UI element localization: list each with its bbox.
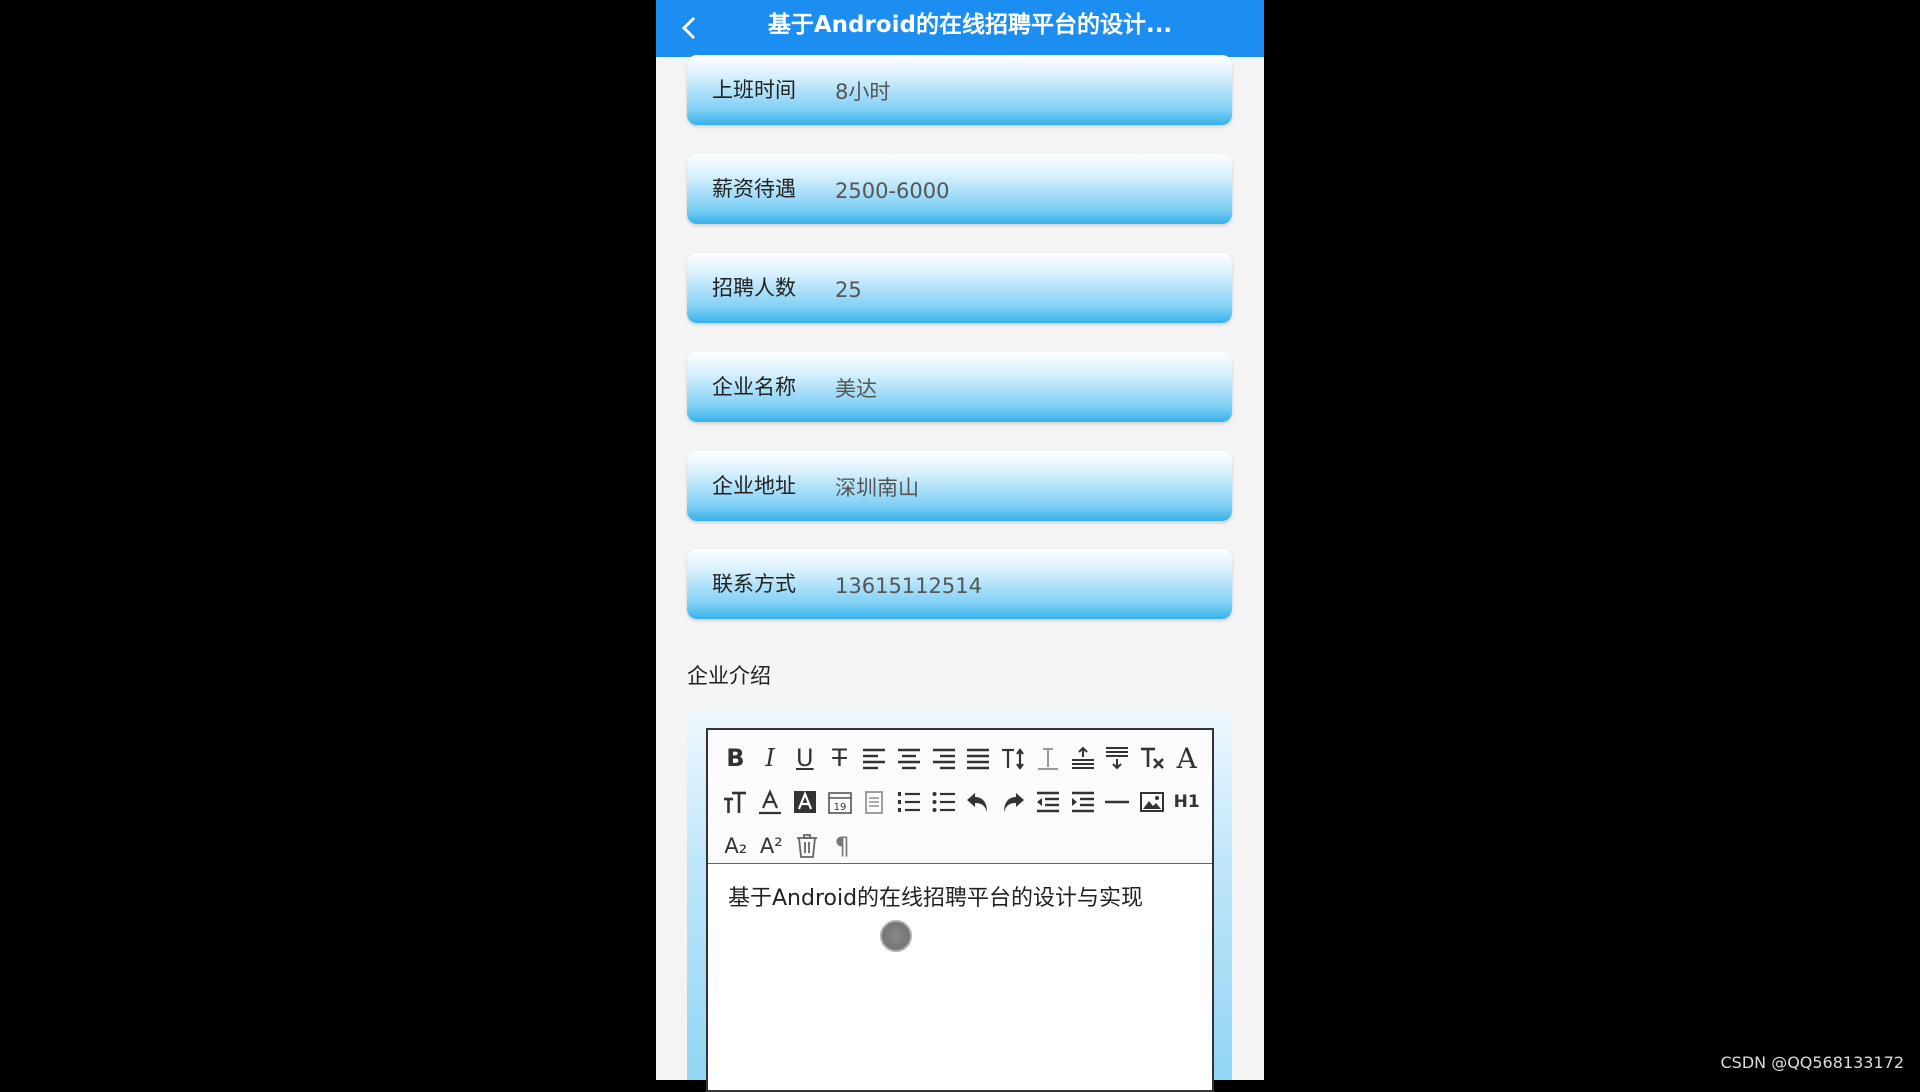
field-label: 联系方式 (712, 549, 796, 619)
chevron-left-icon (679, 15, 701, 41)
ordered-list-button[interactable] (892, 784, 927, 820)
field-value: 深圳南山 (835, 453, 919, 523)
outdent-button[interactable] (1030, 784, 1065, 820)
svg-text:19: 19 (833, 802, 846, 813)
rich-text-editor[interactable]: B I U T (706, 728, 1214, 1092)
align-justify-button[interactable] (961, 740, 996, 776)
touch-indicator (880, 920, 912, 952)
field-label: 企业地址 (712, 451, 796, 521)
background-color-button[interactable] (787, 784, 822, 820)
paragraph-spacing-top-button[interactable] (1065, 740, 1100, 776)
subscript-icon: A₂ (724, 834, 747, 858)
strikethrough-icon: T (832, 744, 847, 772)
align-justify-icon (965, 745, 991, 771)
letter-spacing-icon (1035, 745, 1061, 771)
field-contact[interactable]: 联系方式 13615112514 (687, 549, 1232, 619)
field-value: 25 (835, 255, 862, 325)
insert-image-button[interactable] (1135, 784, 1170, 820)
insert-date-button[interactable]: 19 (822, 784, 857, 820)
unordered-list-button[interactable] (926, 784, 961, 820)
clipboard-icon (861, 789, 887, 815)
field-headcount[interactable]: 招聘人数 25 (687, 253, 1232, 323)
intro-label: 企业介绍 (687, 660, 771, 690)
redo-icon (1000, 789, 1026, 815)
spacing-top-icon (1070, 745, 1096, 771)
superscript-button[interactable]: A² (754, 828, 790, 864)
font-family-icon: A (1177, 742, 1197, 775)
paragraph-button[interactable]: ¶ (825, 828, 861, 864)
top-app-bar: 基于Android的在线招聘平台的设计... (656, 0, 1264, 57)
toolbar-row-1: B I U T (718, 736, 1204, 780)
line-height-button[interactable] (996, 740, 1031, 776)
field-label: 招聘人数 (712, 253, 796, 323)
align-center-button[interactable] (892, 740, 927, 776)
back-button[interactable] (670, 8, 710, 48)
font-size-icon (722, 789, 748, 815)
field-label: 企业名称 (712, 352, 796, 422)
redo-button[interactable] (996, 784, 1031, 820)
field-value: 美达 (835, 354, 877, 424)
font-size-button[interactable] (718, 784, 753, 820)
outdent-icon (1035, 789, 1061, 815)
trash-icon (794, 833, 820, 859)
field-label: 上班时间 (712, 55, 796, 125)
font-color-button[interactable] (753, 784, 788, 820)
ordered-list-icon (896, 789, 922, 815)
field-value: 8小时 (835, 57, 890, 127)
horizontal-rule-icon (1104, 789, 1130, 815)
toolbar-row-3: A₂ A² ¶ (718, 824, 1204, 868)
h1-icon: H1 (1174, 792, 1200, 812)
field-value: 2500-6000 (835, 156, 949, 226)
watermark: CSDN @QQ568133172 (1720, 1053, 1904, 1072)
background-color-icon (792, 789, 818, 815)
underline-icon: U (796, 744, 814, 772)
superscript-icon: A² (760, 834, 783, 858)
paragraph-spacing-bottom-button[interactable] (1100, 740, 1135, 776)
page-title: 基于Android的在线招聘平台的设计... (716, 0, 1224, 50)
toolbar-row-2: 19 (718, 780, 1204, 824)
bold-icon: B (726, 744, 744, 772)
clear-button[interactable] (789, 828, 825, 864)
subscript-button[interactable]: A₂ (718, 828, 754, 864)
letter-spacing-button[interactable] (1030, 740, 1065, 776)
field-salary[interactable]: 薪资待遇 2500-6000 (687, 154, 1232, 224)
font-family-button[interactable]: A (1169, 740, 1204, 776)
field-work-hours[interactable]: 上班时间 8小时 (687, 55, 1232, 125)
indent-button[interactable] (1065, 784, 1100, 820)
calendar-icon: 19 (827, 789, 853, 815)
line-height-icon (1000, 745, 1026, 771)
strikethrough-button[interactable]: T (822, 740, 857, 776)
align-right-button[interactable] (926, 740, 961, 776)
underline-button[interactable]: U (787, 740, 822, 776)
italic-icon: I (765, 744, 774, 772)
bold-button[interactable]: B (718, 740, 753, 776)
spacing-bottom-icon (1104, 745, 1130, 771)
horizontal-rule-button[interactable] (1100, 784, 1135, 820)
remove-format-button[interactable] (1135, 740, 1170, 776)
paragraph-icon: ¶ (835, 832, 850, 860)
insert-table-button[interactable] (857, 784, 892, 820)
image-icon (1139, 789, 1165, 815)
align-left-button[interactable] (857, 740, 892, 776)
unordered-list-icon (931, 789, 957, 815)
font-color-icon (757, 789, 783, 815)
align-right-icon (931, 745, 957, 771)
editor-content[interactable]: 基于Android的在线招聘平台的设计与实现 (728, 880, 1192, 912)
undo-button[interactable] (961, 784, 996, 820)
heading-h1-button[interactable]: H1 (1169, 784, 1204, 820)
undo-icon (965, 789, 991, 815)
field-company-name[interactable]: 企业名称 美达 (687, 352, 1232, 422)
align-center-icon (896, 745, 922, 771)
field-value: 13615112514 (835, 551, 982, 621)
field-company-address[interactable]: 企业地址 深圳南山 (687, 451, 1232, 521)
italic-button[interactable]: I (753, 740, 788, 776)
indent-icon (1070, 789, 1096, 815)
remove-format-icon (1139, 745, 1165, 771)
editor-toolbar: B I U T (708, 730, 1212, 864)
field-label: 薪资待遇 (712, 154, 796, 224)
align-left-icon (861, 745, 887, 771)
